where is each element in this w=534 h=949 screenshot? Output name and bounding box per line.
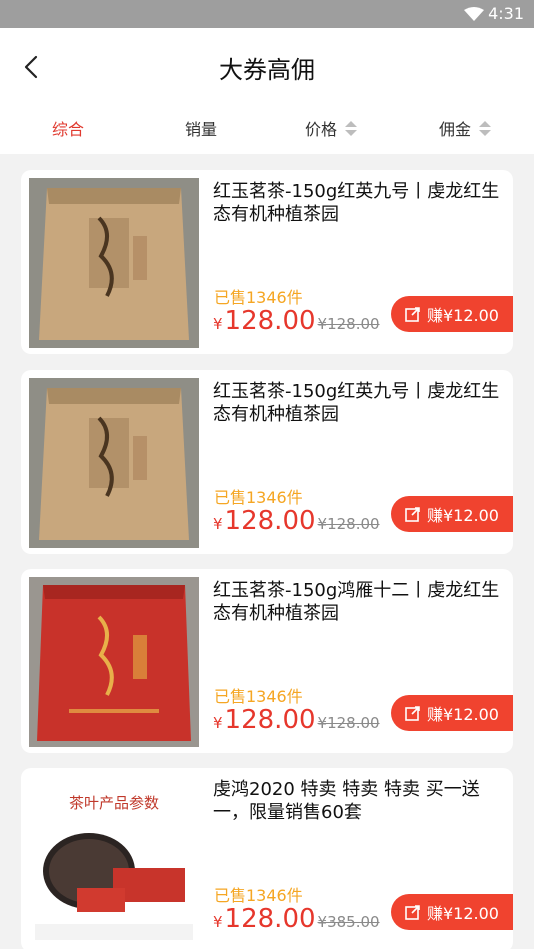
sold-count: 已售1346件 <box>214 288 303 307</box>
product-image: 茶叶产品参数 <box>29 776 199 946</box>
product-card[interactable]: 红玉茗茶-150g鸿雁十二丨虔龙红生态有机种植茶园 已售1346件 ¥ 128.… <box>21 569 513 753</box>
earn-button[interactable]: 赚¥12.00 <box>391 894 513 930</box>
product-title: 红玉茗茶-150g红英九号丨虔龙红生态有机种植茶园 <box>213 381 500 425</box>
product-image <box>29 577 199 747</box>
original-price: ¥128.00 <box>317 714 380 732</box>
share-icon <box>405 905 420 920</box>
wifi-icon <box>464 7 484 21</box>
status-time: 4:31 <box>488 4 524 23</box>
price-currency: ¥ <box>213 515 223 533</box>
sort-comprehensive[interactable]: 综合 <box>52 116 84 140</box>
sort-price[interactable]: 价格 <box>305 116 358 140</box>
price-currency: ¥ <box>213 714 223 732</box>
product-title: 虔鸿2020 特卖 特卖 特卖 买一送一，限量销售60套 <box>213 779 480 823</box>
sold-count: 已售1346件 <box>214 488 303 507</box>
price-currency: ¥ <box>213 913 223 931</box>
share-icon <box>405 307 420 322</box>
sort-arrows-icon <box>479 120 492 136</box>
share-icon <box>405 507 420 522</box>
product-title: 红玉茗茶-150g鸿雁十二丨虔龙红生态有机种植茶园 <box>213 580 500 624</box>
product-card[interactable]: 红玉茗茶-150g红英九号丨虔龙红生态有机种植茶园 已售1346件 ¥ 128.… <box>21 170 513 354</box>
price-amount: 128.00 <box>224 705 316 735</box>
earn-label: 赚¥12.00 <box>427 506 499 525</box>
sort-label: 综合 <box>52 120 85 139</box>
image-caption: 茶叶产品参数 <box>69 794 159 812</box>
price: ¥ 128.00 ¥128.00 <box>213 506 380 536</box>
product-image <box>29 178 199 348</box>
price-amount: 128.00 <box>224 306 316 336</box>
sort-label: 佣金 <box>439 120 472 139</box>
price: ¥ 128.00 ¥128.00 <box>213 705 380 735</box>
original-price: ¥128.00 <box>317 515 380 533</box>
earn-label: 赚¥12.00 <box>427 904 499 923</box>
original-price: ¥128.00 <box>317 315 380 333</box>
earn-button[interactable]: 赚¥12.00 <box>391 496 513 532</box>
earn-label: 赚¥12.00 <box>427 705 499 724</box>
product-card[interactable]: 茶叶产品参数 虔鸿2020 特卖 特卖 特卖 买一送一，限量销售60套 已售13… <box>21 768 513 949</box>
sort-sales[interactable]: 销量 <box>185 116 217 140</box>
header: 大券高佣 <box>0 28 534 104</box>
product-image <box>29 378 199 548</box>
price-amount: 128.00 <box>224 506 316 536</box>
product-card[interactable]: 红玉茗茶-150g红英九号丨虔龙红生态有机种植茶园 已售1346件 ¥ 128.… <box>21 370 513 554</box>
earn-button[interactable]: 赚¥12.00 <box>391 695 513 731</box>
sort-bar: 综合 销量 价格 佣金 <box>0 104 534 154</box>
share-icon <box>405 706 420 721</box>
price-amount: 128.00 <box>224 904 316 934</box>
sort-label: 价格 <box>305 120 338 139</box>
sort-arrows-icon <box>345 120 358 136</box>
price: ¥ 128.00 ¥128.00 <box>213 306 380 336</box>
price: ¥ 128.00 ¥385.00 <box>213 904 380 934</box>
price-currency: ¥ <box>213 315 223 333</box>
earn-button[interactable]: 赚¥12.00 <box>391 296 513 332</box>
original-price: ¥385.00 <box>317 913 380 931</box>
page-title: 大券高佣 <box>219 56 315 84</box>
sort-commission[interactable]: 佣金 <box>439 116 492 140</box>
sort-label: 销量 <box>185 120 218 139</box>
earn-label: 赚¥12.00 <box>427 306 499 325</box>
product-title: 红玉茗茶-150g红英九号丨虔龙红生态有机种植茶园 <box>213 181 500 225</box>
sold-count: 已售1346件 <box>214 687 303 706</box>
sold-count: 已售1346件 <box>214 886 303 905</box>
status-bar: 4:31 <box>0 0 534 28</box>
